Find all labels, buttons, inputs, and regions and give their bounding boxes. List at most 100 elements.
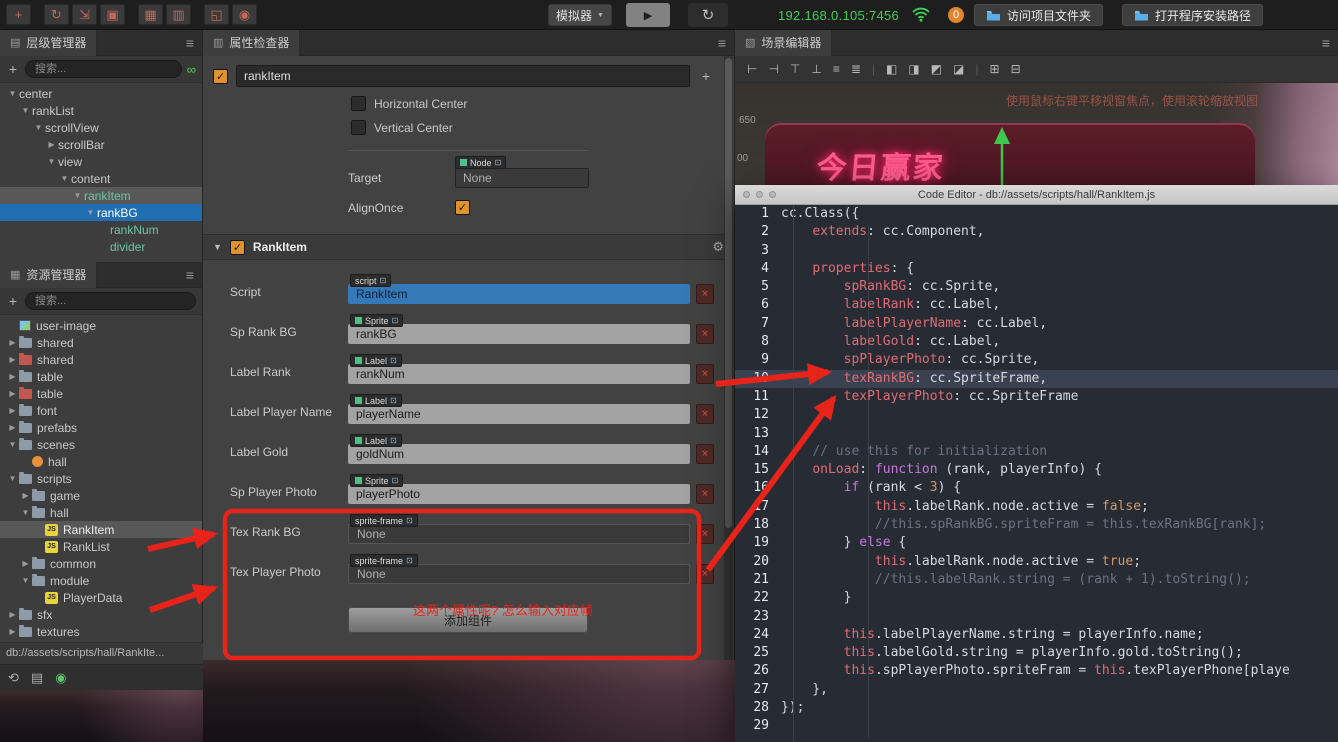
remove-reference-button[interactable]: × <box>696 564 714 584</box>
node-active-checkbox[interactable] <box>213 68 228 84</box>
chevron-down-icon[interactable]: ▼ <box>45 157 58 166</box>
asset-item-playerdata[interactable]: JS PlayerData <box>0 589 202 606</box>
asset-item-textures[interactable]: ▶ textures <box>0 623 202 640</box>
asset-item-table[interactable]: ▶ table <box>0 385 202 402</box>
chevron-down-icon[interactable]: ▼ <box>6 89 19 98</box>
code-line-11[interactable]: 11 texPlayerPhoto: cc.SpriteFrame <box>735 388 1338 406</box>
panel-menu-icon[interactable]: ≡ <box>718 35 734 51</box>
snap-grid-icon[interactable]: ⊞ <box>990 62 1000 76</box>
asset-item-hall[interactable]: hall <box>0 453 202 470</box>
code-line-10[interactable]: 10 texRankBG: cc.SpriteFrame, <box>735 369 1338 388</box>
code-line-25[interactable]: 25 this.labelGold.string = playerInfo.go… <box>735 644 1338 662</box>
code-line-8[interactable]: 8 labelGold: cc.Label, <box>735 333 1338 351</box>
asset-item-hall[interactable]: ▼ hall <box>0 504 202 521</box>
asset-item-game[interactable]: ▶ game <box>0 487 202 504</box>
eye-icon[interactable]: ◉ <box>55 670 66 686</box>
tab-scene-editor[interactable]: ▧ 场景编辑器 <box>735 29 833 56</box>
add-asset-icon[interactable]: + <box>6 293 20 309</box>
add-component-button[interactable]: 添加组件 <box>348 607 588 633</box>
asset-item-scripts[interactable]: ▼ scripts <box>0 470 202 487</box>
prop-value-label-rank[interactable]: rankNum <box>348 364 690 384</box>
align-once-checkbox[interactable] <box>455 200 470 215</box>
node-name-input[interactable] <box>236 65 690 87</box>
asset-item-shared[interactable]: ▶ shared <box>0 334 202 351</box>
code-line-9[interactable]: 9 spPlayerPhoto: cc.Sprite, <box>735 351 1338 369</box>
zoom-window-icon[interactable] <box>769 191 776 198</box>
code-line-3[interactable]: 3 <box>735 242 1338 260</box>
code-line-24[interactable]: 24 this.labelPlayerName.string = playerI… <box>735 626 1338 644</box>
link-icon[interactable]: ∞ <box>187 62 196 77</box>
canvas-tool-icon[interactable]: ◱ <box>204 4 229 25</box>
horizontal-center-checkbox[interactable] <box>351 96 366 111</box>
code-line-17[interactable]: 17 this.labelRank.node.active = false; <box>735 498 1338 516</box>
code-line-29[interactable]: 29 <box>735 717 1338 735</box>
remove-reference-button[interactable]: × <box>696 524 714 544</box>
align-bottom-icon[interactable]: ⊥ <box>811 62 821 76</box>
inspector-scrollbar[interactable] <box>724 56 733 660</box>
asset-item-font[interactable]: ▶ font <box>0 402 202 419</box>
remove-reference-button[interactable]: × <box>696 364 714 384</box>
asset-item-scenes[interactable]: ▼ scenes <box>0 436 202 453</box>
move-tool-icon[interactable]: + <box>6 4 31 25</box>
component-enabled-checkbox[interactable] <box>229 239 245 255</box>
chevron-right-icon[interactable]: ▶ <box>6 389 19 398</box>
asset-item-table[interactable]: ▶ table <box>0 368 202 385</box>
vertical-center-checkbox[interactable] <box>351 120 366 135</box>
mask-tool-icon[interactable]: ▥ <box>166 4 191 25</box>
chevron-right-icon[interactable]: ▶ <box>19 491 32 500</box>
code-line-2[interactable]: 2 extends: cc.Component, <box>735 223 1338 241</box>
chevron-down-icon[interactable]: ▼ <box>19 508 32 517</box>
chevron-down-icon[interactable]: ▼ <box>71 191 84 200</box>
hierarchy-item-scrollview[interactable]: ▼ scrollView <box>0 119 202 136</box>
hierarchy-item-center[interactable]: ▼ center <box>0 85 202 102</box>
asset-item-module[interactable]: ▼ module <box>0 572 202 589</box>
code-line-26[interactable]: 26 this.spPlayerPhoto.spriteFram = this.… <box>735 662 1338 680</box>
code-line-5[interactable]: 5 spRankBG: cc.Sprite, <box>735 278 1338 296</box>
hierarchy-item-rankitem[interactable]: ▼ rankItem <box>0 187 202 204</box>
gizmo-tool-icon[interactable]: ◉ <box>232 4 257 25</box>
code-line-19[interactable]: 19 } else { <box>735 534 1338 552</box>
code-line-13[interactable]: 13 <box>735 425 1338 443</box>
distribute-right-icon[interactable]: ◨ <box>908 62 919 76</box>
rect-tool-icon[interactable]: ▣ <box>100 4 125 25</box>
code-line-14[interactable]: 14 // use this for initialization <box>735 443 1338 461</box>
chevron-right-icon[interactable]: ▶ <box>6 355 19 364</box>
asset-item-shared[interactable]: ▶ shared <box>0 351 202 368</box>
target-value-field[interactable]: None <box>455 168 589 188</box>
asset-item-ranklist[interactable]: JS RankList <box>0 538 202 555</box>
add-icon[interactable]: + <box>698 68 714 84</box>
remove-reference-button[interactable]: × <box>696 284 714 304</box>
align-top-icon[interactable]: ⊤ <box>790 62 800 76</box>
distribute-left-icon[interactable]: ◧ <box>886 62 897 76</box>
code-line-7[interactable]: 7 labelPlayerName: cc.Label, <box>735 315 1338 333</box>
remove-reference-button[interactable]: × <box>696 484 714 504</box>
add-node-icon[interactable]: + <box>6 61 20 77</box>
remove-reference-button[interactable]: × <box>696 404 714 424</box>
close-window-icon[interactable] <box>743 191 750 198</box>
align-center-v-icon[interactable]: ≣ <box>851 62 861 76</box>
hierarchy-item-ranknum[interactable]: rankNum <box>0 221 202 238</box>
assets-search-input[interactable] <box>25 292 196 310</box>
hierarchy-search-input[interactable] <box>25 60 182 78</box>
align-left-icon[interactable]: ⊢ <box>747 62 757 76</box>
hierarchy-item-view[interactable]: ▼ view <box>0 153 202 170</box>
chevron-down-icon[interactable]: ▼ <box>84 208 97 217</box>
code-editor-titlebar[interactable]: Code Editor - db://assets/scripts/hall/R… <box>735 185 1338 205</box>
chevron-down-icon[interactable]: ▼ <box>6 474 19 483</box>
scale-tool-icon[interactable]: ⇲ <box>72 4 97 25</box>
show-grid-icon[interactable]: ⊟ <box>1011 62 1021 76</box>
align-right-icon[interactable]: ⊣ <box>768 62 778 76</box>
code-line-4[interactable]: 4 properties: { <box>735 260 1338 278</box>
prop-value-script[interactable]: RankItem <box>348 284 690 304</box>
chevron-right-icon[interactable]: ▶ <box>6 627 19 636</box>
asset-item-user-image[interactable]: user-image <box>0 317 202 334</box>
asset-item-prefabs[interactable]: ▶ prefabs <box>0 419 202 436</box>
hierarchy-item-ranklist[interactable]: ▼ rankList <box>0 102 202 119</box>
code-line-20[interactable]: 20 this.labelRank.node.active = true; <box>735 553 1338 571</box>
panel-menu-icon[interactable]: ≡ <box>1322 35 1338 51</box>
prop-value-sp-player-photo[interactable]: playerPhoto <box>348 484 690 504</box>
code-line-18[interactable]: 18 //this.spRankBG.spriteFram = this.tex… <box>735 516 1338 534</box>
rotate-tool-icon[interactable]: ↻ <box>44 4 69 25</box>
chevron-down-icon[interactable]: ▼ <box>32 123 45 132</box>
component-header[interactable]: ▼ RankItem ⚙ <box>203 234 734 260</box>
